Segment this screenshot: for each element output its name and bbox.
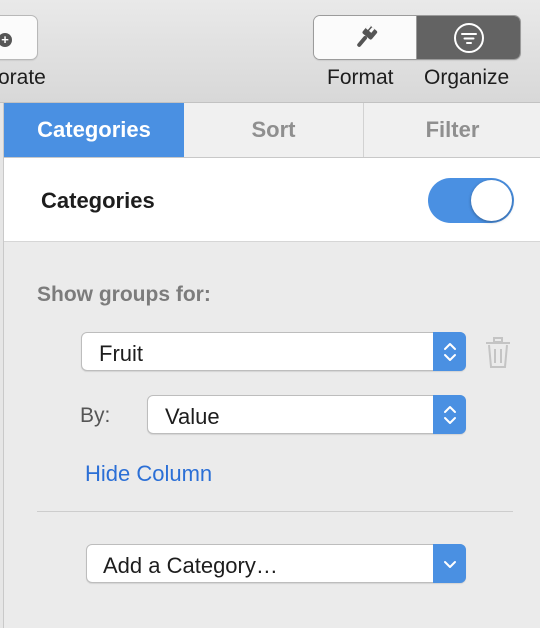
paintbrush-icon [357, 23, 378, 47]
categories-title: Categories [41, 188, 155, 213]
hide-column-link[interactable]: Hide Column [85, 461, 212, 487]
organize-button[interactable] [417, 16, 520, 59]
add-person-icon: + [0, 33, 12, 47]
toggle-knob [471, 180, 512, 221]
filter-lines-icon [453, 22, 484, 53]
group-column-value: Fruit [99, 341, 143, 366]
show-groups-label: Show groups for: [37, 283, 211, 306]
by-label: By: [80, 404, 111, 427]
add-category-label: Add a Category… [103, 553, 278, 578]
divider [37, 511, 513, 512]
inspector-segmented-control [313, 15, 521, 60]
format-label: Format [327, 66, 394, 89]
toolbar: + orate Format Organize [0, 0, 540, 103]
group-by-popup[interactable]: Value [147, 395, 466, 434]
collaborate-button[interactable]: + [0, 15, 38, 60]
categories-header: Categories [4, 158, 540, 242]
collaborate-label: orate [0, 66, 46, 89]
organize-sidebar: Categories Sort Filter Categories Show g… [3, 103, 540, 628]
inspector-tabs: Categories Sort Filter [4, 103, 540, 158]
tab-categories[interactable]: Categories [4, 103, 184, 157]
trash-icon[interactable] [485, 337, 511, 374]
categories-toggle[interactable] [428, 178, 514, 223]
organize-label: Organize [424, 66, 510, 89]
add-category-popup[interactable]: Add a Category… [86, 544, 466, 583]
format-button[interactable] [314, 16, 417, 59]
up-down-chevron-icon [433, 332, 466, 371]
tab-sort[interactable]: Sort [184, 103, 364, 157]
group-column-popup[interactable]: Fruit [81, 332, 466, 371]
up-down-chevron-icon [433, 395, 466, 434]
chevron-down-icon [433, 544, 466, 583]
group-by-value: Value [165, 404, 220, 429]
tab-filter[interactable]: Filter [364, 103, 540, 157]
